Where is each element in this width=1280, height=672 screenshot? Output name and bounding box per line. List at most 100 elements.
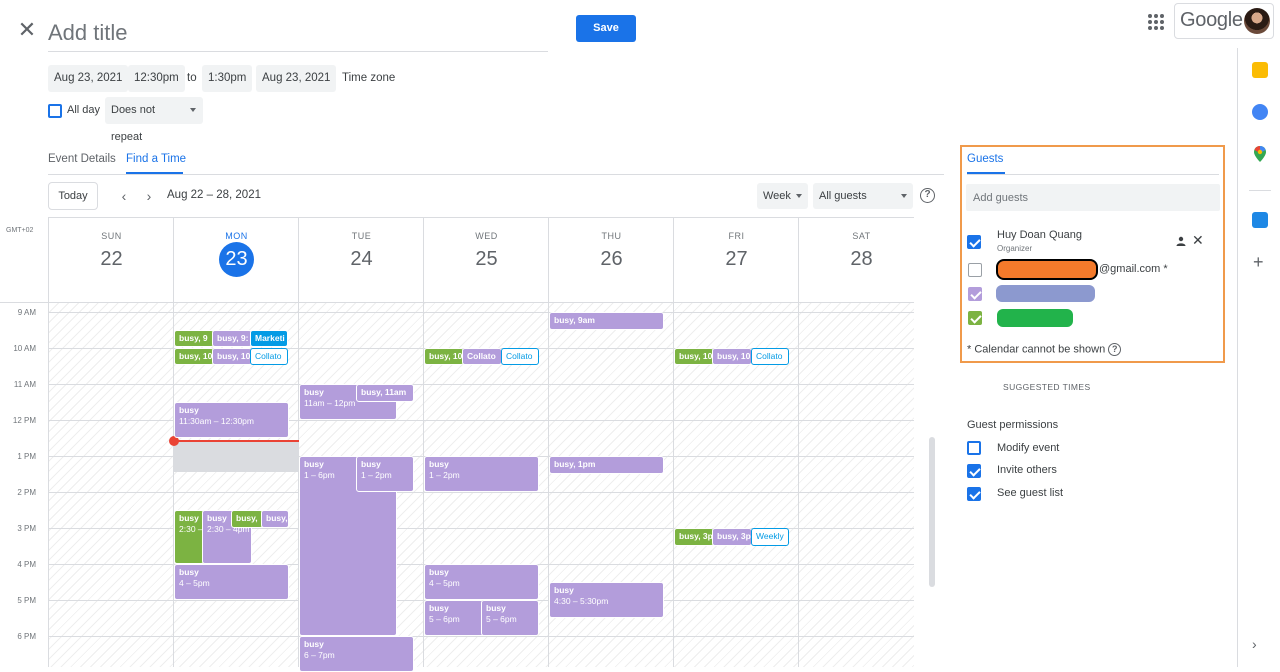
event[interactable]: Collato [501, 348, 539, 365]
save-button[interactable]: Save [576, 15, 636, 42]
event[interactable]: busy 4:30 – 5:30pm [549, 582, 664, 618]
event[interactable]: busy, 10 [212, 348, 252, 365]
modify-event-checkbox[interactable] [967, 441, 981, 455]
event[interactable]: busy, 10 [174, 348, 214, 365]
add-guests-input[interactable] [966, 184, 1220, 211]
day-number[interactable]: 24 [299, 248, 424, 271]
day-name: SUN [101, 231, 122, 241]
day-name: FRI [728, 231, 745, 241]
event[interactable]: busy 1 – 2pm [356, 456, 414, 492]
tasks-icon[interactable] [1252, 104, 1268, 120]
date-range-label: Aug 22 – 28, 2021 [167, 189, 261, 201]
hour-line [48, 492, 914, 493]
help-icon[interactable]: ? [1108, 343, 1122, 356]
event[interactable]: busy 5 – 6pm [424, 600, 484, 636]
all-day-divider [0, 302, 914, 303]
current-time-line [174, 440, 299, 442]
invite-others-checkbox[interactable] [967, 464, 981, 478]
day-number[interactable]: 22 [49, 248, 174, 271]
today-button[interactable]: Today [48, 182, 98, 210]
guest-checkbox[interactable] [968, 311, 982, 325]
guest-checkbox[interactable] [968, 287, 982, 301]
hour-label: 11 AM [13, 380, 36, 389]
day-number[interactable]: 26 [549, 248, 674, 271]
zoom-icon[interactable] [1252, 212, 1268, 228]
day-name: WED [475, 231, 498, 241]
tab-event-details[interactable]: Event Details [48, 153, 116, 165]
repeat-dropdown[interactable]: Does not repeat [105, 97, 203, 143]
proposed-slot[interactable] [174, 442, 299, 472]
repeat-label: Does not repeat [111, 104, 156, 143]
event[interactable]: busy 11:30am – 12:30pm [174, 402, 289, 438]
event[interactable]: busy, 10 [424, 348, 464, 365]
redacted-guest [996, 285, 1095, 302]
end-date-field[interactable]: Aug 23, 2021 [256, 65, 337, 92]
guests-panel [960, 145, 1225, 363]
event[interactable]: busy, 10 [712, 348, 752, 365]
event[interactable]: busy, 1pm [549, 456, 664, 474]
event[interactable]: busy, [231, 510, 263, 528]
guests-filter-dropdown[interactable]: All guests [813, 183, 913, 209]
avatar[interactable] [1244, 8, 1270, 34]
day-number[interactable]: 23 [174, 248, 299, 271]
chevron-left-icon[interactable]: ‹ [117, 188, 131, 204]
tab-find-a-time[interactable]: Find a Time [126, 153, 186, 165]
chevron-right-icon[interactable]: › [1252, 636, 1257, 652]
event[interactable]: busy 5 – 6pm [481, 600, 539, 636]
event[interactable]: busy, 9: [212, 330, 252, 347]
remove-guest-icon[interactable]: ✕ [1192, 232, 1204, 249]
chevron-right-icon[interactable]: › [142, 188, 156, 204]
event[interactable]: Weekly [751, 528, 789, 546]
close-icon[interactable]: ✕ [14, 16, 40, 44]
timezone-label: GMT+02 [6, 227, 34, 234]
event[interactable]: busy, 11am [356, 384, 414, 402]
plus-icon[interactable]: + [1253, 252, 1264, 273]
organizer-role: Organizer [997, 244, 1033, 253]
timezone-button[interactable]: Time zone [342, 65, 395, 92]
event[interactable]: busy, 10 [674, 348, 714, 365]
title-input[interactable] [48, 14, 548, 52]
end-time-field[interactable]: 1:30pm [202, 65, 253, 92]
event[interactable]: busy, 9am [549, 312, 664, 330]
all-day-checkbox[interactable] [48, 104, 62, 118]
day-name: MON [225, 231, 248, 241]
guests-filter-label: All guests [819, 190, 867, 202]
maps-icon[interactable] [1252, 145, 1268, 163]
keep-icon[interactable] [1252, 62, 1268, 78]
apps-grid-icon[interactable] [1146, 12, 1166, 32]
event[interactable]: Marketi [250, 330, 288, 347]
event[interactable]: Collato [751, 348, 789, 365]
event[interactable]: busy, [261, 510, 289, 528]
guest-checkbox[interactable] [967, 235, 981, 249]
suggested-times-button[interactable]: SUGGESTED TIMES [1003, 382, 1091, 392]
calendar-note: * Calendar cannot be shown? [967, 343, 1122, 356]
day-number[interactable]: 28 [799, 248, 924, 271]
event[interactable]: busy, 9 [174, 330, 214, 347]
help-icon[interactable]: ? [920, 188, 935, 203]
scrollbar[interactable] [929, 437, 935, 587]
redacted-email [996, 259, 1098, 280]
event[interactable]: busy, 3p [674, 528, 714, 546]
see-guest-list-checkbox[interactable] [967, 487, 981, 501]
day-number[interactable]: 27 [674, 248, 799, 271]
event[interactable]: busy 1 – 2pm [424, 456, 539, 492]
day-number[interactable]: 25 [424, 248, 549, 271]
tab-guests[interactable]: Guests [967, 153, 1003, 165]
hour-label: 2 PM [17, 488, 36, 497]
start-date-field[interactable]: Aug 23, 2021 [48, 65, 129, 92]
hour-label: 9 AM [17, 308, 36, 317]
event[interactable]: busy 2:30 – [174, 510, 204, 564]
view-dropdown[interactable]: Week [757, 183, 808, 209]
event[interactable]: Collato [462, 348, 502, 365]
modify-event-label: Modify event [997, 442, 1060, 454]
event[interactable]: Collato [250, 348, 288, 365]
day-name: SAT [852, 231, 871, 241]
guest-checkbox[interactable] [968, 263, 982, 277]
hour-line [48, 636, 914, 637]
event[interactable]: busy 4 – 5pm [424, 564, 539, 600]
event[interactable]: busy 4 – 5pm [174, 564, 289, 600]
start-time-field[interactable]: 12:30pm [128, 65, 185, 92]
event[interactable]: busy, 3p [712, 528, 752, 546]
chevron-down-icon [190, 108, 196, 112]
side-divider [1249, 190, 1271, 191]
